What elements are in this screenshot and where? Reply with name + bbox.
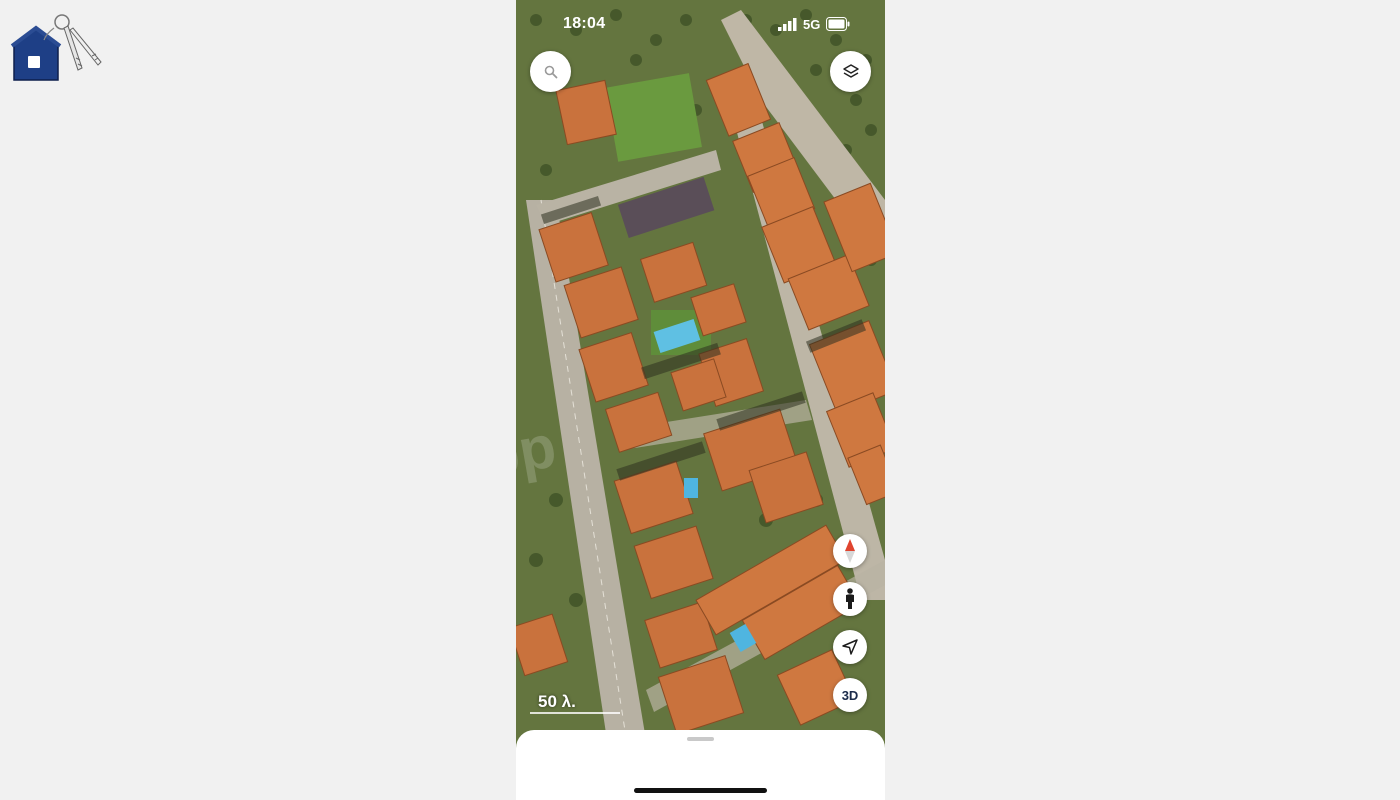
- scale-line: [530, 712, 620, 714]
- home-indicator: [634, 788, 767, 793]
- navigation-arrow-icon: [842, 639, 858, 655]
- person-icon: [846, 588, 854, 609]
- signal-icon: [778, 18, 797, 31]
- scale-bar: 50 λ.: [530, 690, 640, 716]
- bottom-sheet[interactable]: [516, 730, 885, 800]
- locate-me-button[interactable]: [833, 630, 867, 664]
- sheet-grabber-handle[interactable]: [687, 737, 714, 741]
- layers-button[interactable]: [830, 51, 871, 92]
- compass-button[interactable]: [833, 534, 867, 568]
- phone-screen: bp 18:04 5G 3D 50 λ.: [516, 0, 885, 800]
- status-bar: 18:04 5G: [516, 0, 885, 48]
- street-view-button[interactable]: [833, 582, 867, 616]
- satellite-map[interactable]: bp: [516, 0, 885, 800]
- compass-icon: [845, 539, 855, 563]
- 3d-toggle-button[interactable]: 3D: [833, 678, 867, 712]
- search-button[interactable]: [530, 51, 571, 92]
- scale-label: 50 λ.: [538, 692, 576, 711]
- clock: 18:04: [563, 15, 606, 32]
- house-keys-logo: [10, 14, 102, 81]
- magnifier-icon: [544, 65, 557, 78]
- battery-icon: [826, 17, 850, 31]
- network-type: 5G: [803, 17, 821, 32]
- layers-icon: [842, 63, 859, 78]
